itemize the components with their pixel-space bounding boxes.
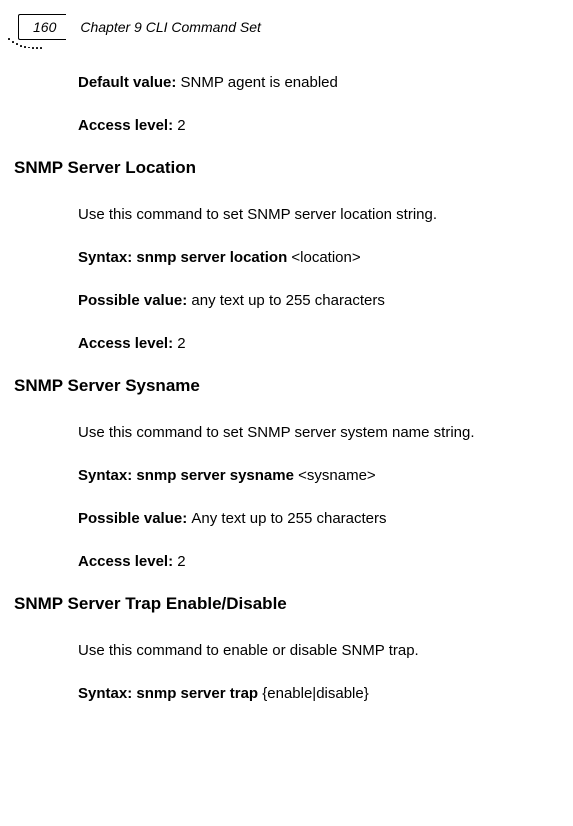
label-text: Default value: [78,74,181,91]
chapter-title: Chapter 9 CLI Command Set [80,19,261,35]
paragraph: Access level: 2 [78,333,553,354]
paragraph: Syntax: snmp server trap {enable|disable… [78,683,553,704]
paragraph: Syntax: snmp server sysname <sysname> [78,465,553,486]
paragraph: Use this command to set SNMP server loca… [78,204,553,225]
section-heading: SNMP Server Sysname [14,376,553,396]
paragraph: Possible value: any text up to 255 chara… [78,290,553,311]
body-text: Any text up to 255 characters [191,510,386,527]
page-header: 160 Chapter 9 CLI Command Set [18,14,261,40]
paragraph: Access level: 2 [78,551,553,572]
body-text: <location> [291,249,360,266]
body-text: {enable|disable} [262,685,369,702]
paragraph: Use this command to set SNMP server syst… [78,422,553,443]
body-text: Use this command to set SNMP server loca… [78,206,437,223]
label-text: Access level: [78,335,177,352]
page-content: Default value: SNMP agent is enabled Acce… [0,72,573,726]
body-text: any text up to 255 characters [191,292,384,309]
paragraph: Syntax: snmp server location <location> [78,247,553,268]
label-text: Possible value: [78,292,191,309]
decorative-dots [8,38,48,52]
paragraph: Possible value: Any text up to 255 chara… [78,508,553,529]
label-text: Possible value: [78,510,191,527]
paragraph: Access level: 2 [78,115,553,136]
body-text: 2 [177,117,185,134]
body-text: 2 [177,553,185,570]
paragraph: Use this command to enable or disable SN… [78,640,553,661]
body-text: SNMP agent is enabled [181,74,338,91]
body-text: <sysname> [298,467,376,484]
label-text: Access level: [78,117,177,134]
section-heading: SNMP Server Trap Enable/Disable [14,594,553,614]
section-heading: SNMP Server Location [14,158,553,178]
label-text: Syntax: snmp server sysname [78,467,298,484]
body-text: Use this command to enable or disable SN… [78,642,419,659]
body-text: Use this command to set SNMP server syst… [78,424,475,441]
label-text: Access level: [78,553,177,570]
paragraph: Default value: SNMP agent is enabled [78,72,553,93]
body-text: 2 [177,335,185,352]
label-text: Syntax: snmp server trap [78,685,262,702]
page-number: 160 [18,14,66,40]
label-text: Syntax: snmp server location [78,249,291,266]
